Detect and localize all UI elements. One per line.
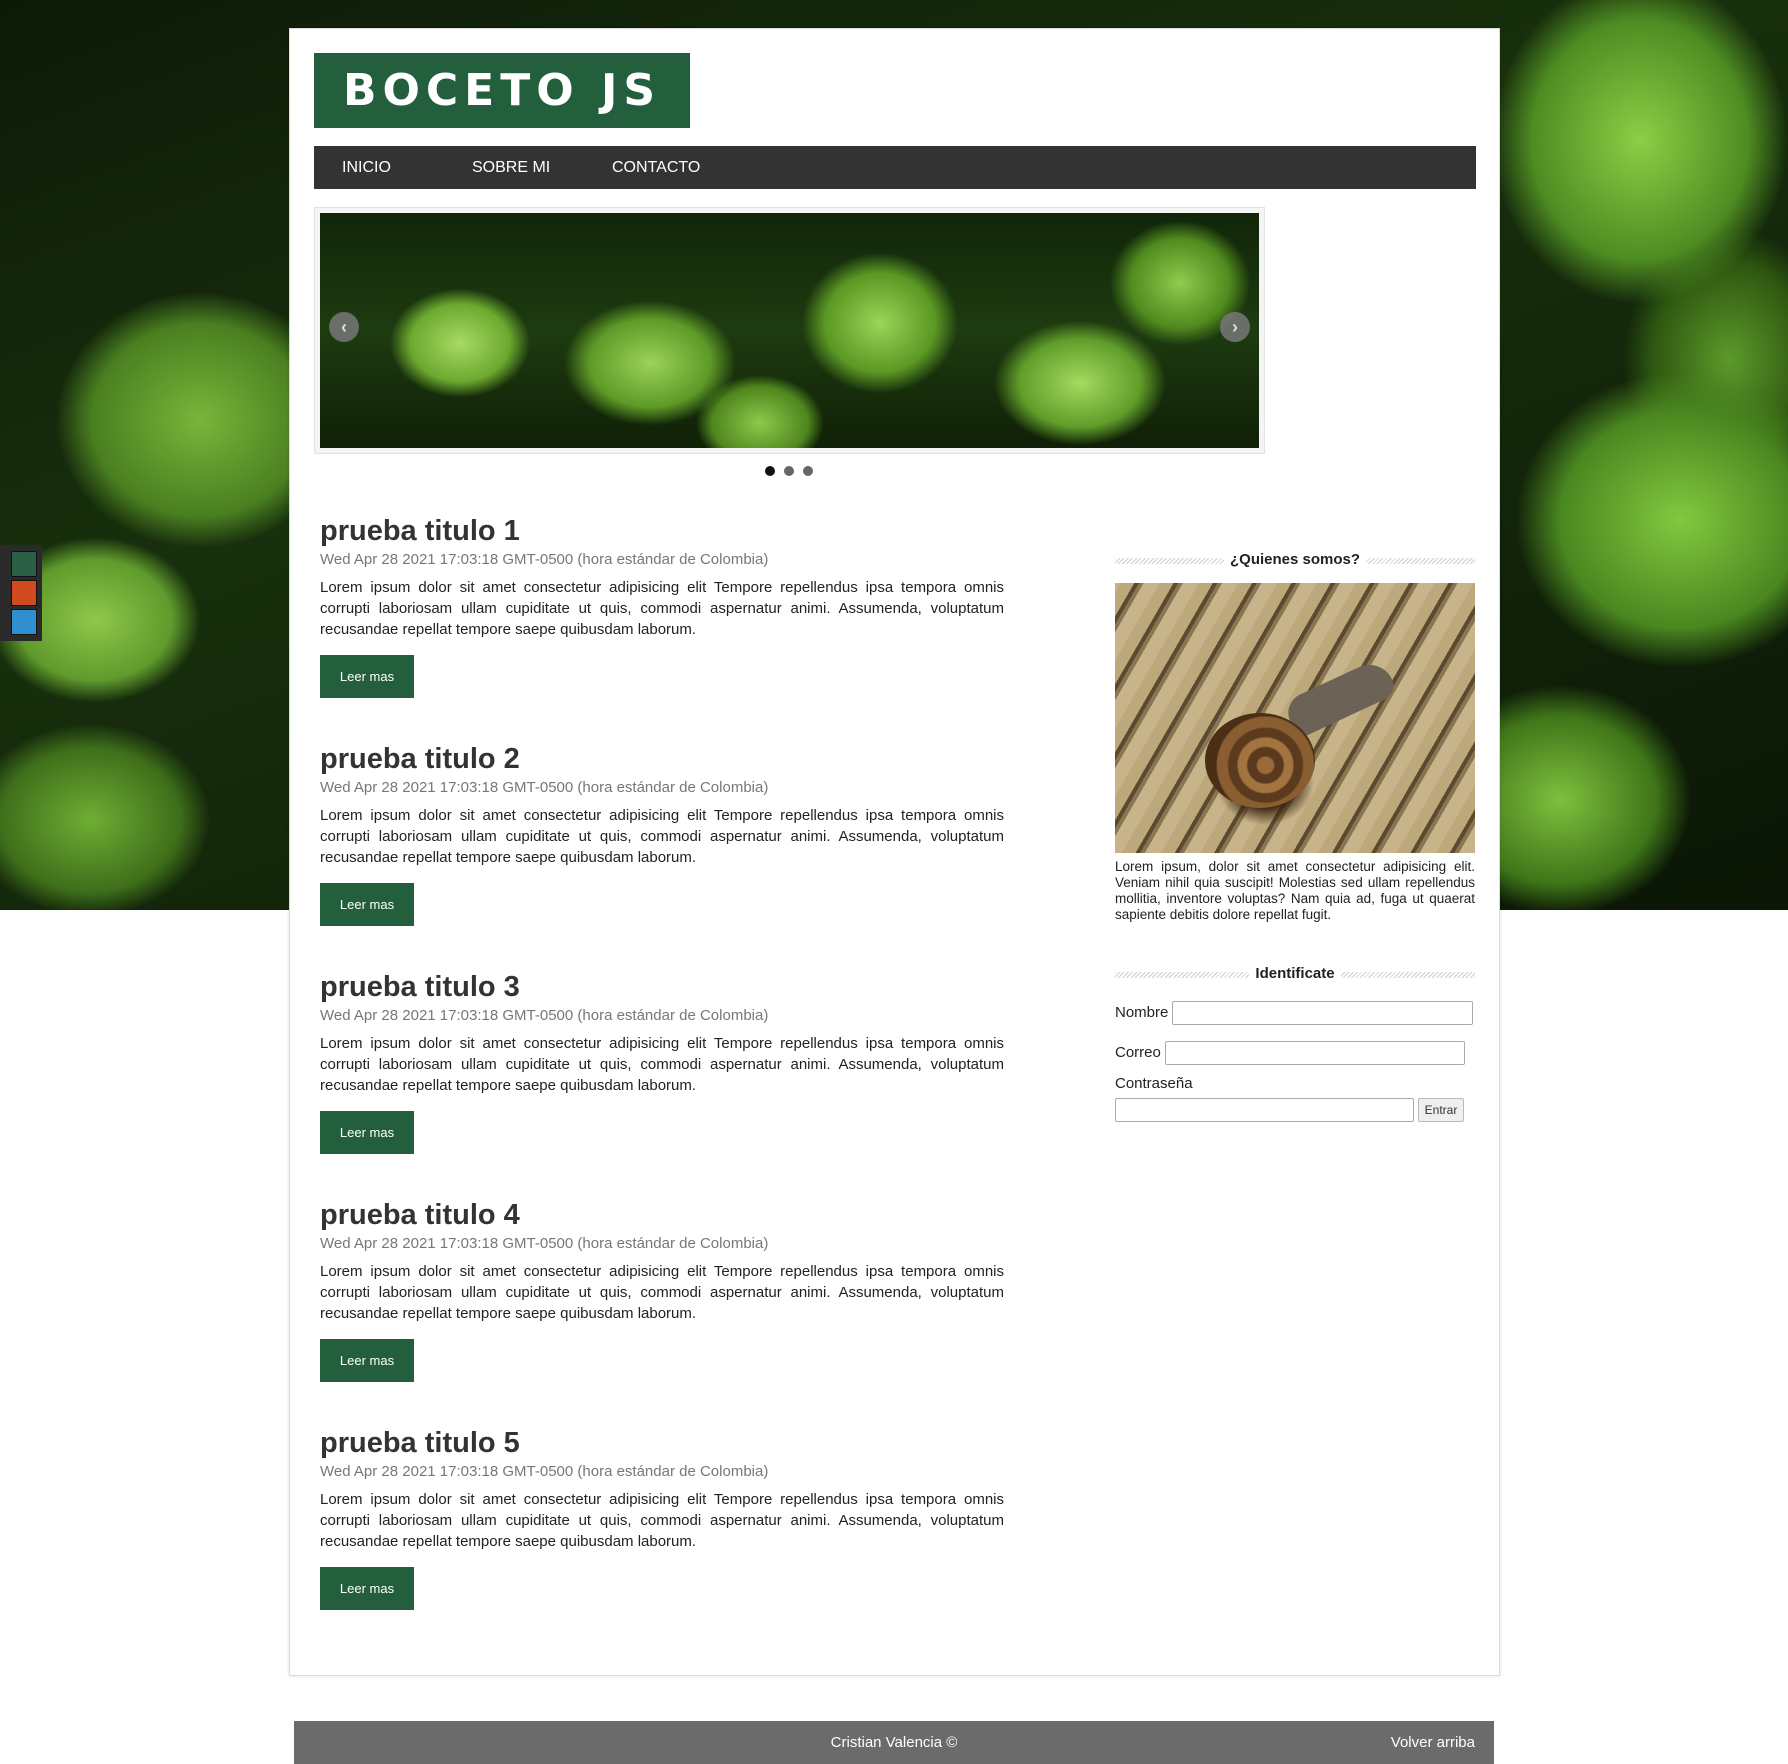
name-field[interactable] [1172, 1001, 1473, 1025]
slider-dot[interactable] [765, 466, 775, 476]
read-more-button[interactable]: Leer mas [320, 883, 414, 926]
sidebar: ¿Quienes somos? Lorem ipsum, dolor sit a… [1115, 29, 1475, 1229]
read-more-button[interactable]: Leer mas [320, 1567, 414, 1610]
post-date: Wed Apr 28 2021 17:03:18 GMT-0500 (hora … [320, 779, 769, 796]
back-to-top-link[interactable]: Volver arriba [1391, 1721, 1475, 1764]
email-field[interactable] [1165, 1041, 1465, 1065]
slider-pagination [765, 466, 825, 478]
post-title[interactable]: prueba titulo 4 [320, 1199, 520, 1232]
prev-slide-icon[interactable]: ‹ [329, 312, 359, 342]
slider-dot[interactable] [803, 466, 813, 476]
footer-copyright: Cristian Valencia © [830, 1734, 958, 1751]
about-widget-title: ¿Quienes somos? [1115, 550, 1475, 570]
about-text: Lorem ipsum, dolor sit amet consectetur … [1115, 859, 1475, 922]
password-label: Contraseña [1115, 1075, 1193, 1092]
post-date: Wed Apr 28 2021 17:03:18 GMT-0500 (hora … [320, 1007, 769, 1024]
snail-shell-shape [1205, 713, 1315, 808]
post-excerpt: Lorem ipsum dolor sit amet consectetur a… [320, 1491, 1004, 1550]
read-more-button[interactable]: Leer mas [320, 1111, 414, 1154]
about-title-text: ¿Quienes somos? [1223, 551, 1367, 568]
post-date: Wed Apr 28 2021 17:03:18 GMT-0500 (hora … [320, 1235, 769, 1252]
password-field[interactable] [1115, 1098, 1414, 1122]
login-submit-button[interactable]: Entrar [1418, 1098, 1464, 1122]
email-label: Correo [1115, 1044, 1161, 1061]
post-excerpt: Lorem ipsum dolor sit amet consectetur a… [320, 807, 1004, 866]
read-more-button[interactable]: Leer mas [320, 1339, 414, 1382]
post-date: Wed Apr 28 2021 17:03:18 GMT-0500 (hora … [320, 1463, 769, 1480]
post-title[interactable]: prueba titulo 5 [320, 1427, 520, 1460]
post-excerpt: Lorem ipsum dolor sit amet consectetur a… [320, 1035, 1004, 1094]
snail-image [1115, 583, 1475, 853]
main-container: BOCETO JS INICIO SOBRE MI CONTACTO ‹ › p… [289, 28, 1500, 1676]
post-date: Wed Apr 28 2021 17:03:18 GMT-0500 (hora … [320, 551, 769, 568]
post-excerpt: Lorem ipsum dolor sit amet consectetur a… [320, 1263, 1004, 1322]
name-label: Nombre [1115, 1004, 1169, 1021]
login-title-text: Identificate [1249, 965, 1341, 982]
theme-red-swatch[interactable] [11, 580, 37, 606]
post-title[interactable]: prueba titulo 2 [320, 743, 520, 776]
theme-green-swatch[interactable] [11, 551, 37, 577]
slider-dot[interactable] [784, 466, 794, 476]
theme-blue-swatch[interactable] [11, 609, 37, 635]
login-widget-title: Identificate [1115, 964, 1475, 984]
site-logo[interactable]: BOCETO JS [314, 53, 690, 128]
nav-item-inicio[interactable]: INICIO [342, 146, 391, 189]
nav-item-sobre-mi[interactable]: SOBRE MI [472, 146, 550, 189]
post-excerpt: Lorem ipsum dolor sit amet consectetur a… [320, 579, 1004, 638]
theme-switcher [0, 545, 42, 641]
post-title[interactable]: prueba titulo 1 [320, 515, 520, 548]
read-more-button[interactable]: Leer mas [320, 655, 414, 698]
nav-item-contacto[interactable]: CONTACTO [612, 146, 700, 189]
page-footer: Cristian Valencia © Volver arriba [294, 1721, 1494, 1764]
post-title[interactable]: prueba titulo 3 [320, 971, 520, 1004]
